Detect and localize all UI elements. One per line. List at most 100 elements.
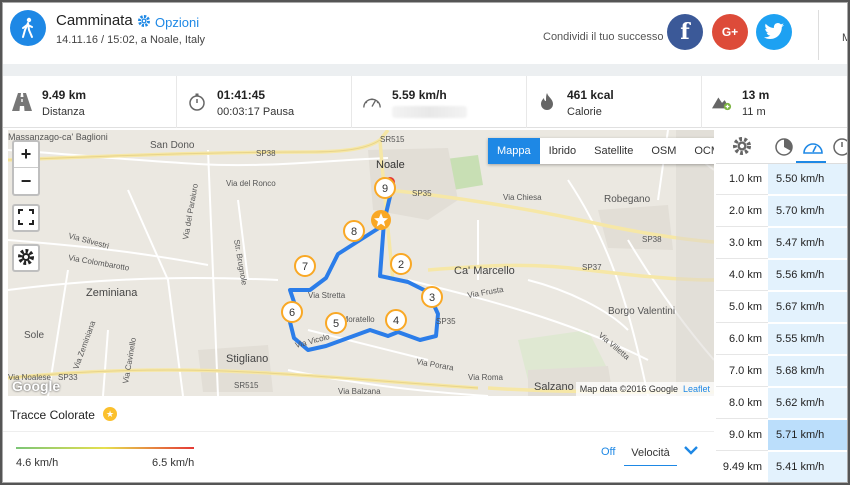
blurred-label bbox=[392, 106, 467, 118]
legend-max-label: 6.5 km/h bbox=[152, 457, 195, 469]
splits-table: 1.0 km 5.50 km/h 2.0 km 5.70 km/h 3.0 km 5.… bbox=[716, 164, 848, 484]
table-row: 3.0 km 5.47 km/h bbox=[716, 228, 848, 260]
settings-tab[interactable] bbox=[732, 136, 752, 159]
svg-text:7: 7 bbox=[302, 261, 308, 273]
split-distance: 8.0 km bbox=[716, 388, 768, 419]
colored-tracks-title: Tracce Colorate bbox=[10, 408, 95, 422]
clock-icon bbox=[832, 138, 850, 160]
map-label: Robegano bbox=[604, 194, 651, 205]
active-tab-indicator bbox=[796, 161, 826, 163]
map-label: Borgo Valentini bbox=[608, 306, 675, 317]
map-settings-button[interactable] bbox=[12, 244, 40, 272]
map-label: Via del Ronco bbox=[226, 179, 276, 188]
table-row: 1.0 km 5.50 km/h bbox=[716, 164, 848, 196]
activity-header: Camminata Opzioni 14.11.16 / 15:02, a No… bbox=[2, 2, 850, 64]
stat-value: 9.49 km bbox=[42, 88, 87, 102]
km-marker[interactable]: 7 bbox=[294, 255, 316, 277]
svg-text:5: 5 bbox=[333, 318, 339, 330]
map-label: SP33 bbox=[58, 373, 78, 382]
stat-distance: 9.49 km Distanza bbox=[2, 76, 177, 128]
table-row: 9.49 km 5.41 km/h bbox=[716, 452, 848, 484]
map-canvas: Massanzago-ca' Baglioni San Dono SR515 S… bbox=[8, 130, 714, 396]
speedometer-icon bbox=[362, 92, 382, 112]
flame-icon bbox=[537, 92, 557, 112]
pie-chart-icon bbox=[774, 138, 794, 160]
split-speed: 5.56 km/h bbox=[768, 260, 848, 291]
map-label: Zeminiana bbox=[86, 287, 138, 299]
zoom-out-button[interactable]: − bbox=[14, 168, 38, 194]
divider bbox=[2, 431, 714, 432]
stats-bar: 9.49 km Distanza 01:41:45 00:03:17 Pausa… bbox=[2, 76, 848, 128]
split-speed: 5.71 km/h bbox=[768, 420, 848, 451]
speedometer-icon bbox=[802, 143, 824, 160]
km-marker[interactable]: 4 bbox=[385, 309, 407, 331]
leaflet-link[interactable]: Leaflet bbox=[683, 384, 710, 394]
svg-text:6: 6 bbox=[289, 307, 295, 319]
facebook-share-button[interactable]: f bbox=[667, 14, 703, 50]
layer-ibrido-button[interactable]: Ibrido bbox=[540, 138, 586, 164]
start-star-icon bbox=[371, 210, 391, 230]
table-row: 8.0 km 5.62 km/h bbox=[716, 388, 848, 420]
zoom-in-button[interactable]: + bbox=[14, 142, 38, 168]
speed-gradient-legend bbox=[16, 447, 194, 449]
map-label: Via Chiesa bbox=[503, 193, 542, 202]
section-gap bbox=[2, 64, 848, 76]
split-distance: 1.0 km bbox=[716, 164, 768, 195]
google-plus-share-button[interactable]: G+ bbox=[712, 14, 748, 50]
split-speed: 5.70 km/h bbox=[768, 196, 848, 227]
km-marker[interactable]: 5 bbox=[325, 312, 347, 334]
sidebar-tabs bbox=[716, 130, 850, 164]
split-speed: 5.68 km/h bbox=[768, 356, 848, 387]
premium-star-icon: ★ bbox=[103, 407, 117, 421]
twitter-share-button[interactable] bbox=[756, 14, 792, 50]
split-sidebar: 1.0 km 5.50 km/h 2.0 km 5.70 km/h 3.0 km 5.… bbox=[716, 130, 850, 484]
map-label: Ca' Marcello bbox=[454, 265, 515, 277]
colored-tracks-panel: Tracce Colorate ★ 4.6 km/h 6.5 km/h Off … bbox=[2, 396, 714, 483]
split-distance: 9.0 km bbox=[716, 420, 768, 451]
attribution-text: Map data ©2016 Google bbox=[579, 384, 678, 394]
km-marker[interactable]: 8 bbox=[343, 220, 365, 242]
map-attribution: Map data ©2016 Google Leaflet bbox=[575, 382, 714, 396]
chevron-down-icon[interactable] bbox=[683, 444, 699, 459]
stat-calories: 461 kcal Calorie bbox=[527, 76, 702, 128]
gear-icon bbox=[732, 137, 752, 159]
split-distance: 2.0 km bbox=[716, 196, 768, 227]
split-speed: 5.55 km/h bbox=[768, 324, 848, 355]
table-row: 2.0 km 5.70 km/h bbox=[716, 196, 848, 228]
map-label: San Dono bbox=[150, 140, 195, 151]
map-label: Salzano bbox=[534, 381, 574, 393]
tab-pie-chart[interactable] bbox=[774, 137, 794, 160]
km-marker[interactable]: 9 bbox=[374, 177, 396, 199]
km-marker[interactable]: 3 bbox=[421, 286, 443, 308]
km-marker[interactable]: 2 bbox=[390, 253, 412, 275]
km-marker[interactable]: 6 bbox=[281, 301, 303, 323]
stat-speed: 5.59 km/h bbox=[352, 76, 527, 128]
tab-speed[interactable] bbox=[802, 137, 824, 160]
track-metric-select[interactable]: Velocità bbox=[624, 440, 677, 466]
layer-osm-button[interactable]: OSM bbox=[642, 138, 685, 164]
stat-value: 5.59 km/h bbox=[392, 88, 447, 102]
layer-satellite-button[interactable]: Satellite bbox=[585, 138, 642, 164]
activity-date-location: 14.11.16 / 15:02, a Noale, Italy bbox=[56, 34, 206, 46]
facebook-icon: f bbox=[680, 19, 690, 45]
off-toggle[interactable]: Off bbox=[601, 446, 615, 458]
tab-time[interactable] bbox=[832, 137, 850, 160]
split-speed: 5.41 km/h bbox=[768, 452, 848, 483]
map-label: Sole bbox=[24, 330, 44, 341]
fullscreen-button[interactable] bbox=[12, 204, 40, 232]
layer-mappa-button[interactable]: Mappa bbox=[488, 138, 540, 164]
stat-value: 01:41:45 bbox=[217, 88, 266, 102]
header-cut-text: M bbox=[842, 32, 850, 44]
split-distance: 6.0 km bbox=[716, 324, 768, 355]
road-icon bbox=[12, 92, 32, 112]
table-row: 6.0 km 5.55 km/h bbox=[716, 324, 848, 356]
options-link[interactable]: Opzioni bbox=[137, 14, 199, 31]
split-speed: 5.67 km/h bbox=[768, 292, 848, 323]
stat-label: Distanza bbox=[42, 106, 85, 118]
route-map[interactable]: Massanzago-ca' Baglioni San Dono SR515 S… bbox=[8, 130, 714, 396]
share-label: Condividi il tuo successo bbox=[543, 31, 664, 43]
map-layer-switcher: Mappa Ibrido Satellite OSM OCM bbox=[488, 138, 714, 164]
split-distance: 7.0 km bbox=[716, 356, 768, 387]
walking-icon bbox=[10, 10, 46, 46]
layer-ocm-button[interactable]: OCM bbox=[685, 138, 714, 164]
